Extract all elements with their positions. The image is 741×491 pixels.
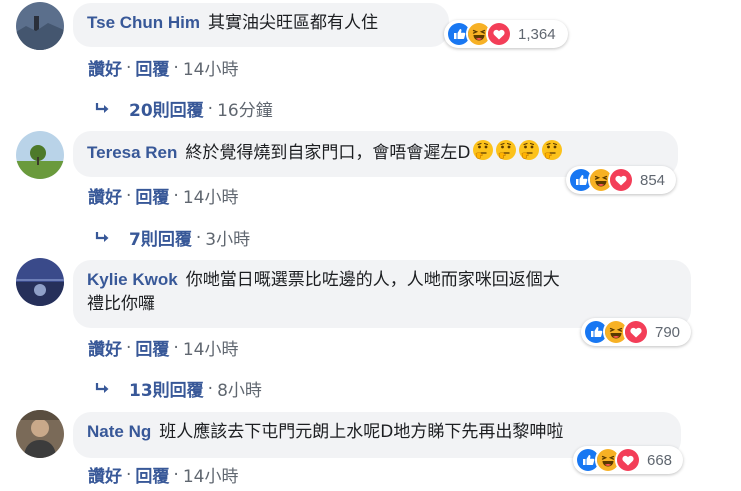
comment-text: 你哋當日嘅選票比咗邊的人，人哋而家咪回返個大: [185, 270, 560, 290]
reaction-count: 1,364: [518, 25, 556, 43]
comment-actions: 讚好 · 回覆 · 14小時: [88, 335, 239, 361]
timestamp[interactable]: 14小時: [183, 183, 239, 208]
comment-text: 終於覺得燒到自家門口，會唔會遲左D: [185, 143, 471, 163]
timestamp[interactable]: 14小時: [183, 462, 239, 487]
comment-author[interactable]: Teresa Ren: [87, 143, 177, 162]
separator: ·: [126, 337, 132, 358]
separator: ·: [173, 464, 179, 485]
separator: ·: [126, 464, 132, 485]
avatar[interactable]: [16, 258, 64, 306]
replies-count-link[interactable]: 13則回覆: [129, 376, 204, 401]
timestamp[interactable]: 14小時: [183, 335, 239, 360]
separator: ·: [195, 227, 202, 248]
thinking-emoji: [541, 139, 563, 161]
comment-actions: 讚好 · 回覆 · 14小時: [88, 462, 239, 488]
replies-time: 16分鐘: [217, 101, 273, 121]
reply-arrow-icon: [95, 102, 109, 113]
reply-link[interactable]: 回覆: [135, 335, 169, 360]
reply-arrow-icon: [95, 382, 109, 393]
reply-link[interactable]: 回覆: [135, 462, 169, 487]
separator: ·: [207, 378, 214, 399]
reaction-summary[interactable]: 668: [573, 446, 683, 474]
reply-link[interactable]: 回覆: [135, 183, 169, 208]
reaction-count: 668: [647, 451, 673, 469]
like-link[interactable]: 讚好: [88, 462, 122, 487]
comment-author[interactable]: Tse Chun Him: [87, 13, 200, 32]
comment-text: 其實油尖旺區都有人住: [208, 13, 379, 33]
reaction-count: 790: [655, 323, 681, 341]
comment-bubble: Tse Chun Him 其實油尖旺區都有人住: [73, 3, 449, 47]
replies-count-link[interactable]: 7則回覆: [129, 225, 192, 250]
thinking-emoji: [495, 139, 517, 161]
timestamp[interactable]: 14小時: [183, 55, 239, 80]
love-icon: [615, 447, 641, 473]
avatar[interactable]: [16, 2, 64, 50]
reaction-summary[interactable]: 790: [581, 318, 691, 346]
separator: ·: [126, 57, 132, 78]
avatar[interactable]: [16, 131, 64, 179]
separator: ·: [173, 185, 179, 206]
view-replies[interactable]: 13則回覆 · 8小時: [95, 376, 262, 401]
reaction-summary[interactable]: 1,364: [444, 20, 568, 48]
love-icon: [486, 21, 512, 47]
comment-actions: 讚好 · 回覆 · 14小時: [88, 183, 239, 209]
love-icon: [608, 167, 634, 193]
replies-time: 8小時: [217, 381, 262, 401]
comment-text: 班人應該去下屯門元朗上水呢D地方睇下先再出黎呻啦: [159, 422, 564, 442]
avatar[interactable]: [16, 410, 64, 458]
separator: ·: [207, 98, 214, 119]
love-icon: [623, 319, 649, 345]
replies-time: 3小時: [205, 230, 251, 250]
like-link[interactable]: 讚好: [88, 55, 122, 80]
thinking-emoji: [518, 139, 540, 161]
separator: ·: [173, 57, 179, 78]
like-link[interactable]: 讚好: [88, 183, 122, 208]
reply-arrow-icon: [95, 231, 109, 242]
reaction-summary[interactable]: 854: [566, 166, 676, 194]
view-replies[interactable]: 20則回覆 · 16分鐘: [95, 96, 273, 121]
thinking-emoji: [472, 139, 494, 161]
reaction-count: 854: [640, 171, 666, 189]
reply-link[interactable]: 回覆: [135, 55, 169, 80]
separator: ·: [126, 185, 132, 206]
comment-author[interactable]: Kylie Kwok: [87, 270, 178, 289]
replies-count-link[interactable]: 20則回覆: [129, 96, 204, 121]
comment-actions: 讚好 · 回覆 · 14小時: [88, 55, 239, 81]
view-replies[interactable]: 7則回覆 · 3小時: [95, 225, 250, 250]
separator: ·: [173, 337, 179, 358]
like-link[interactable]: 讚好: [88, 335, 122, 360]
comment-text-line2: 禮比你囉: [87, 294, 155, 314]
comment-author[interactable]: Nate Ng: [87, 422, 151, 441]
